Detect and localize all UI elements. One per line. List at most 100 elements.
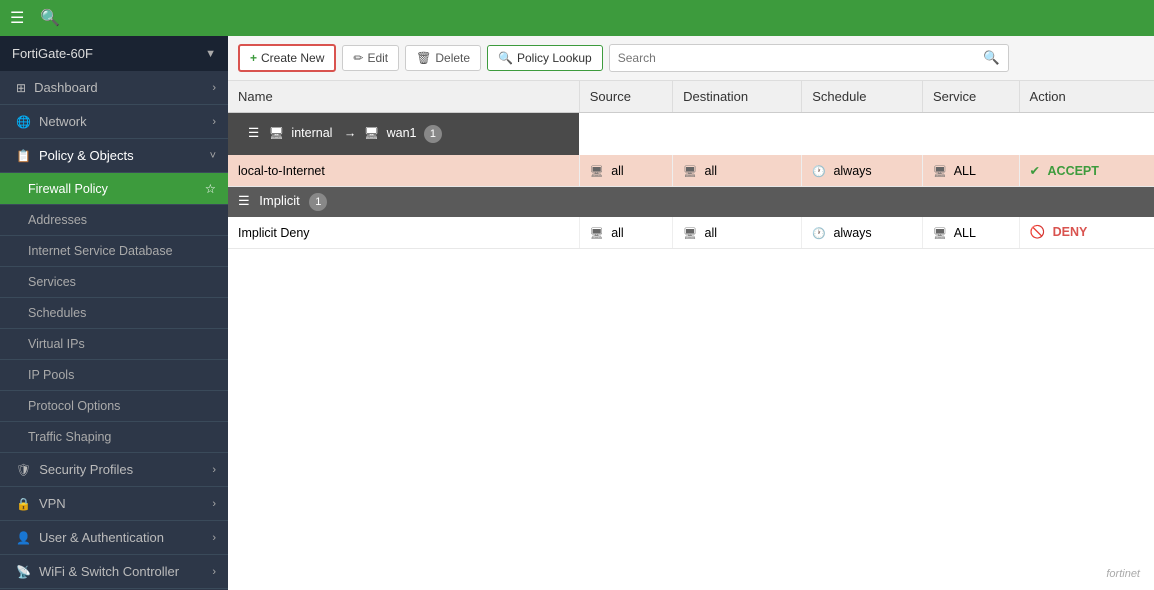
cell-service: 🖥 ALL (922, 217, 1019, 249)
group-internal-wan1[interactable]: ☰ 🖥 internal → 🖥 wan1 1 (228, 113, 579, 155)
sidebar-item-schedules[interactable]: Schedules (0, 298, 228, 329)
topbar: ☰ 🔍 (0, 0, 1154, 36)
content-area: + Create New ✏ Edit 🗑 Delete 🔍 Policy Lo… (228, 36, 1154, 590)
col-source: Source (579, 81, 672, 113)
search-input[interactable] (610, 46, 975, 70)
sidebar-item-wifi-switch-label: WiFi & Switch Controller (39, 564, 179, 579)
device-selector[interactable]: FortiGate-60F ▼ (0, 36, 228, 71)
schedule-value: always (833, 164, 871, 178)
services-label: Services (28, 275, 76, 289)
policy-objects-icon: 📋 (16, 149, 31, 163)
sidebar-item-user-auth[interactable]: 👤 User & Authentication › (0, 521, 228, 555)
create-new-label: Create New (261, 51, 324, 65)
create-new-button[interactable]: + Create New (238, 44, 336, 72)
network-chevron: › (212, 116, 216, 128)
action-value: ACCEPT (1048, 164, 1099, 178)
cell-action: 🚫 DENY (1019, 217, 1154, 249)
sidebar-item-services[interactable]: Services (0, 267, 228, 298)
wifi-switch-chevron: › (212, 566, 216, 578)
protocol-options-label: Protocol Options (28, 399, 120, 413)
firewall-policy-label: Firewall Policy (28, 182, 108, 196)
service-icon: 🖥 (933, 228, 947, 240)
schedule-icon: 🕐 (812, 166, 826, 178)
sidebar-item-traffic-shaping[interactable]: Traffic Shaping (0, 422, 228, 453)
policy-lookup-label: Policy Lookup (517, 51, 592, 65)
cell-source: 🖥 all (579, 217, 672, 249)
security-profiles-icon: 🛡 (16, 463, 31, 477)
sidebar-item-network-label: Network (39, 114, 87, 129)
group-badge: 1 (424, 125, 442, 143)
dashboard-chevron: › (212, 82, 216, 94)
create-plus-icon: + (250, 51, 257, 65)
cell-schedule: 🕐 always (802, 217, 923, 249)
table-row[interactable]: Implicit Deny 🖥 all 🖥 all 🕐 always (228, 217, 1154, 249)
ip-pools-label: IP Pools (28, 368, 74, 382)
sidebar-item-vpn[interactable]: 🔒 VPN › (0, 487, 228, 521)
wifi-switch-icon: 📡 (16, 565, 31, 579)
source-icon: 🖥 (590, 228, 604, 240)
delete-button[interactable]: 🗑 Delete (405, 45, 481, 71)
cell-destination: 🖥 all (673, 217, 802, 249)
sidebar-item-firewall-policy[interactable]: Firewall Policy ☆ (0, 173, 228, 205)
group-from-label: internal (291, 126, 332, 140)
group-to-icon: 🖥 (364, 126, 379, 140)
toolbar: + Create New ✏ Edit 🗑 Delete 🔍 Policy Lo… (228, 36, 1154, 81)
schedules-label: Schedules (28, 306, 86, 320)
destination-icon: 🖥 (683, 166, 697, 178)
sidebar-item-dashboard[interactable]: ⊞ Dashboard › (0, 71, 228, 105)
cell-service: 🖥 ALL (922, 155, 1019, 187)
sidebar: FortiGate-60F ▼ ⊞ Dashboard › 🌐 Network … (0, 36, 228, 590)
search-submit-button[interactable]: 🔍 (975, 45, 1008, 71)
destination-value: all (705, 226, 718, 240)
cell-schedule: 🕐 always (802, 155, 923, 187)
source-icon: 🖥 (590, 166, 604, 178)
service-icon: 🖥 (933, 166, 947, 178)
device-label: FortiGate-60F (12, 46, 93, 61)
cell-name: Implicit Deny (228, 217, 579, 249)
schedule-value: always (833, 226, 871, 240)
source-value: all (611, 164, 624, 178)
internet-service-db-label: Internet Service Database (28, 244, 173, 258)
implicit-collapse-icon[interactable]: ☰ (238, 193, 250, 208)
table-row[interactable]: local-to-Internet 🖥 all 🖥 all 🕐 always (228, 155, 1154, 187)
sidebar-item-security-profiles[interactable]: 🛡 Security Profiles › (0, 453, 228, 487)
sidebar-item-ip-pools[interactable]: IP Pools (0, 360, 228, 391)
policy-lookup-button[interactable]: 🔍 Policy Lookup (487, 45, 603, 71)
table-area: Name Source Destination Schedule Service… (228, 81, 1154, 590)
edit-button[interactable]: ✏ Edit (342, 45, 399, 71)
sidebar-item-policy-objects[interactable]: 📋 Policy & Objects ˅ (0, 139, 228, 173)
group-to-label: wan1 (387, 126, 417, 140)
vpn-chevron: › (212, 498, 216, 510)
group-implicit[interactable]: ☰ Implicit 1 (228, 187, 1154, 218)
service-value: ALL (954, 226, 976, 240)
col-service: Service (922, 81, 1019, 113)
delete-label: Delete (435, 51, 470, 65)
sidebar-item-protocol-options[interactable]: Protocol Options (0, 391, 228, 422)
menu-icon[interactable]: ☰ (10, 8, 24, 28)
sidebar-item-vpn-label: VPN (39, 496, 66, 511)
cell-action: ✔ ACCEPT (1019, 155, 1154, 187)
sidebar-item-network[interactable]: 🌐 Network › (0, 105, 228, 139)
destination-value: all (705, 164, 718, 178)
sidebar-item-policy-objects-label: Policy & Objects (39, 148, 134, 163)
sidebar-item-addresses[interactable]: Addresses (0, 205, 228, 236)
source-value: all (611, 226, 624, 240)
edit-label: Edit (367, 51, 388, 65)
device-chevron: ▼ (205, 48, 216, 60)
security-profiles-chevron: › (212, 464, 216, 476)
group-collapse-icon[interactable]: ☰ (248, 126, 259, 140)
topbar-search-icon[interactable]: 🔍 (40, 8, 60, 28)
delete-icon: 🗑 (416, 51, 431, 65)
sidebar-item-wifi-switch[interactable]: 📡 WiFi & Switch Controller › (0, 555, 228, 589)
user-auth-chevron: › (212, 532, 216, 544)
sidebar-item-internet-service-db[interactable]: Internet Service Database (0, 236, 228, 267)
action-value: DENY (1053, 225, 1088, 239)
implicit-label: Implicit (259, 193, 299, 208)
destination-icon: 🖥 (683, 228, 697, 240)
sidebar-item-virtual-ips[interactable]: Virtual IPs (0, 329, 228, 360)
sidebar-item-dashboard-label: Dashboard (34, 80, 98, 95)
firewall-policy-star: ☆ (205, 181, 216, 196)
schedule-icon: 🕐 (812, 228, 826, 240)
service-value: ALL (954, 164, 976, 178)
col-action: Action (1019, 81, 1154, 113)
